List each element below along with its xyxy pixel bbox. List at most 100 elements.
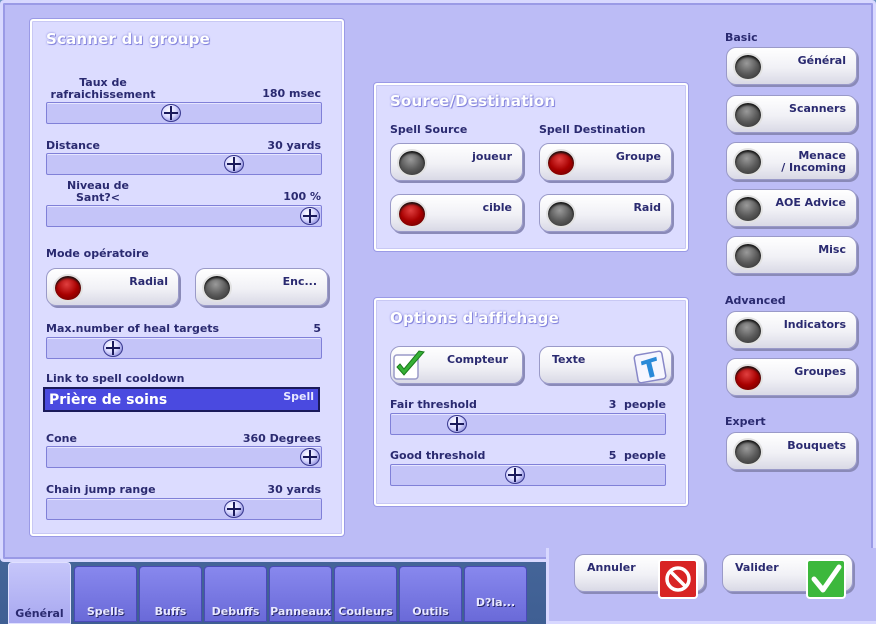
groupe-dest-led-icon	[546, 149, 576, 177]
cone-slider[interactable]	[46, 446, 322, 468]
spell-tag: Spell	[283, 390, 314, 403]
cancel-icon	[658, 559, 698, 599]
tab-buffs[interactable]: Buffs	[139, 566, 202, 622]
distance-slider-handle[interactable]	[224, 155, 244, 173]
groupe-dest-button[interactable]: Groupe	[539, 143, 672, 181]
expert-section-label: Expert	[725, 415, 766, 428]
good-slider[interactable]	[390, 464, 666, 486]
texte-button[interactable]: Texte	[539, 346, 672, 384]
advanced-section-label: Advanced	[725, 294, 786, 307]
display-title: Options d'affichage	[390, 309, 559, 327]
fair-slider-handle[interactable]	[447, 415, 467, 433]
health-label: Niveau de Sant?<	[66, 179, 130, 204]
maxheal-slider[interactable]	[46, 337, 322, 359]
scanners-button[interactable]: Scanners	[726, 95, 857, 133]
tab-buffs-label: Buffs	[154, 605, 187, 618]
good-slider-handle[interactable]	[505, 466, 525, 484]
maxheal-value: 5	[313, 322, 321, 335]
joueur-button[interactable]: joueur	[390, 143, 523, 181]
fair-slider[interactable]	[390, 413, 666, 435]
spell-dest-label: Spell Destination	[539, 123, 646, 136]
enc-label: Enc...	[282, 275, 317, 288]
tab-outils[interactable]: Outils	[399, 566, 462, 622]
mode-label: Mode opératoire	[46, 247, 149, 260]
aoe-led-icon	[733, 195, 763, 223]
refresh-slider-handle[interactable]	[161, 104, 181, 122]
scanners-led-icon	[733, 101, 763, 129]
distance-label: Distance	[46, 139, 100, 152]
enc-button[interactable]: Enc...	[195, 268, 328, 306]
refresh-slider[interactable]	[46, 102, 322, 124]
tab-couleurs[interactable]: Couleurs	[334, 566, 397, 622]
tab-debuffs-label: Debuffs	[211, 605, 260, 618]
health-slider[interactable]	[46, 205, 322, 227]
chain-value: 30 yards	[267, 483, 321, 496]
bouquets-button[interactable]: Bouquets	[726, 432, 857, 470]
menace-led-icon	[733, 148, 763, 176]
cible-label: cible	[482, 201, 512, 214]
bouquets-led-icon	[733, 438, 763, 466]
texte-label: Texte	[552, 353, 586, 366]
scanners-label: Scanners	[789, 102, 846, 115]
raid-button[interactable]: Raid	[539, 194, 672, 232]
basic-section-label: Basic	[725, 31, 758, 44]
spell-source-label: Spell Source	[390, 123, 468, 136]
tab-dla[interactable]: D?la...	[464, 566, 527, 622]
raid-led-icon	[546, 200, 576, 228]
health-slider-handle[interactable]	[300, 207, 320, 225]
radial-led-icon	[53, 274, 83, 302]
fair-label: Fair threshold	[390, 398, 477, 411]
refresh-value: 180 msec	[262, 87, 321, 100]
general-label: Général	[797, 54, 846, 67]
tab-spells[interactable]: Spells	[74, 566, 137, 622]
tab-outils-label: Outils	[412, 605, 449, 618]
annuler-label: Annuler	[587, 561, 636, 574]
groupes-button[interactable]: Groupes	[726, 358, 857, 396]
maxheal-slider-handle[interactable]	[103, 339, 123, 357]
chain-label: Chain jump range	[46, 483, 156, 496]
groupe-dest-label: Groupe	[615, 150, 661, 163]
good-value: 5 people	[608, 449, 666, 462]
general-button[interactable]: Général	[726, 47, 857, 85]
annuler-button[interactable]: Annuler	[574, 554, 705, 599]
radial-button[interactable]: Radial	[46, 268, 179, 306]
cone-slider-handle[interactable]	[300, 448, 320, 466]
distance-slider[interactable]	[46, 153, 322, 175]
chain-slider-handle[interactable]	[224, 500, 244, 518]
spell-input[interactable]: Prière de soins Spell	[43, 387, 320, 412]
text-t-icon	[633, 350, 667, 384]
valider-button[interactable]: Valider	[722, 554, 853, 599]
tab-panneaux[interactable]: Panneaux	[269, 566, 332, 622]
menace-label: Menace / Incoming	[781, 149, 846, 174]
distance-value: 30 yards	[267, 139, 321, 152]
joueur-led-icon	[397, 149, 427, 177]
misc-button[interactable]: Misc	[726, 236, 857, 274]
menace-button[interactable]: Menace / Incoming	[726, 142, 857, 180]
tab-dla-label: D?la...	[475, 596, 516, 609]
general-led-icon	[733, 53, 763, 81]
indicators-led-icon	[733, 317, 763, 345]
joueur-label: joueur	[472, 150, 512, 163]
tab-couleurs-label: Couleurs	[338, 605, 393, 618]
cible-led-icon	[397, 200, 427, 228]
source-title: Source/Destination	[390, 92, 556, 110]
groupes-label: Groupes	[794, 365, 846, 378]
cone-value: 360 Degrees	[242, 432, 321, 445]
tab-debuffs[interactable]: Debuffs	[204, 566, 267, 622]
chain-slider[interactable]	[46, 498, 322, 520]
fair-value: 3 people	[608, 398, 666, 411]
raid-label: Raid	[633, 201, 661, 214]
aoe-label: AOE Advice	[775, 196, 846, 209]
indicators-label: Indicators	[783, 318, 846, 331]
good-label: Good threshold	[390, 449, 486, 462]
aoe-button[interactable]: AOE Advice	[726, 189, 857, 227]
bouquets-label: Bouquets	[787, 439, 846, 452]
misc-label: Misc	[818, 243, 846, 256]
health-value: 100 %	[283, 190, 321, 203]
radial-label: Radial	[129, 275, 168, 288]
cible-button[interactable]: cible	[390, 194, 523, 232]
tab-general[interactable]: Général	[8, 562, 71, 624]
indicators-button[interactable]: Indicators	[726, 311, 857, 349]
enc-led-icon	[202, 274, 232, 302]
compteur-button[interactable]: Compteur	[390, 346, 523, 384]
